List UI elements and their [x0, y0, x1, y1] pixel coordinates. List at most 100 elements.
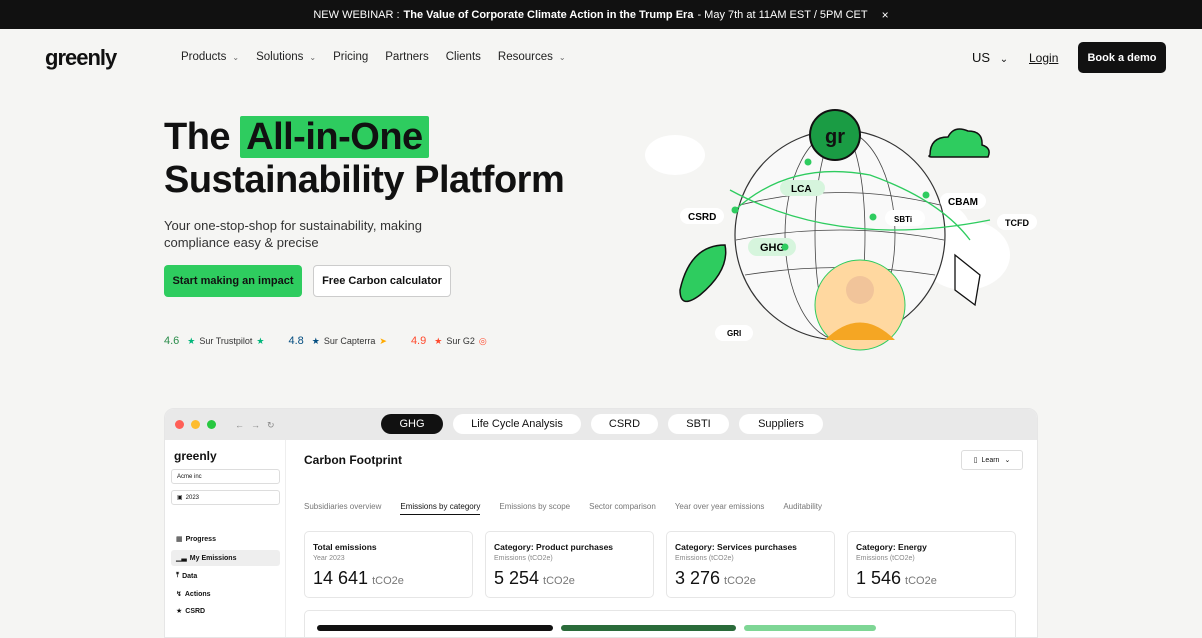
- announcement-details: - May 7th at 11AM EST / 5PM CET: [697, 8, 868, 21]
- nav-item-solutions[interactable]: Solutions ⌄: [256, 51, 316, 63]
- sidebar-item-label: Data: [182, 572, 198, 580]
- chart-bars: [317, 625, 876, 631]
- label-ghg: GHG: [760, 242, 785, 254]
- forward-icon: →: [251, 420, 260, 430]
- card-value: 14 641: [313, 568, 369, 588]
- label-csrd: CSRD: [688, 212, 716, 223]
- region-label: US: [972, 50, 991, 65]
- nav-item-label: Clients: [445, 51, 481, 63]
- subtab-scope[interactable]: Emissions by scope: [499, 502, 570, 515]
- hero-title-prefix: The: [164, 116, 231, 158]
- subtab-yoy[interactable]: Year over year emissions: [675, 502, 765, 515]
- card-value: 1 546: [856, 568, 902, 588]
- year-select[interactable]: ▣ 2023: [171, 490, 280, 505]
- tab-sbti[interactable]: SBTI: [668, 414, 729, 434]
- subtab-category[interactable]: Emissions by category: [400, 502, 481, 515]
- login-link[interactable]: Login: [1029, 51, 1058, 65]
- label-lca: LCA: [791, 184, 812, 195]
- card-unit: tCO2e: [905, 575, 937, 587]
- bolt-icon: ↯: [176, 591, 182, 598]
- nav-item-resources[interactable]: Resources ⌄: [498, 51, 566, 63]
- label-tcfd: TCFD: [1005, 218, 1029, 228]
- tab-lca[interactable]: Life Cycle Analysis: [453, 414, 581, 434]
- nav-item-pricing[interactable]: Pricing: [333, 51, 368, 63]
- rating-label: Sur Capterra: [323, 336, 376, 346]
- grid-icon: ▦: [176, 536, 183, 543]
- rating-label: Sur Trustpilot: [199, 336, 253, 346]
- close-icon[interactable]: ×: [882, 8, 889, 22]
- subtabs: Subsidiaries overview Emissions by categ…: [304, 502, 822, 515]
- page-title: Carbon Footprint: [304, 453, 402, 467]
- sidebar-item-actions[interactable]: ↯ Actions: [171, 586, 280, 602]
- rating-score: 4.6: [164, 335, 180, 347]
- calendar-icon: ▣: [177, 495, 183, 501]
- nav-item-clients[interactable]: Clients: [446, 51, 481, 63]
- sidebar-item-emissions[interactable]: ▁▃ My Emissions: [171, 550, 280, 566]
- g2-icon: ◎: [478, 336, 487, 346]
- tab-ghg[interactable]: GHG: [381, 414, 443, 434]
- card-unit: tCO2e: [372, 575, 404, 587]
- learn-label: Learn: [981, 456, 1000, 464]
- badge-text: gr: [825, 126, 845, 148]
- company-select[interactable]: Acme inc: [171, 469, 280, 484]
- region-selector[interactable]: US ⌄: [972, 50, 1008, 65]
- rating-trustpilot[interactable]: 4.6 ★ Sur Trustpilot ★: [164, 335, 268, 347]
- card-title: Category: Product purchases: [494, 542, 614, 552]
- nav-item-products[interactable]: Products ⌄: [181, 51, 239, 63]
- trustpilot-icon: ★: [256, 336, 265, 346]
- star-icon: ★: [311, 336, 320, 346]
- sidebar-item-label: My Emissions: [189, 554, 237, 562]
- sidebar-item-csrd[interactable]: ★ CSRD: [171, 603, 280, 619]
- rating-capterra[interactable]: 4.8 ★ Sur Capterra ➤: [288, 335, 390, 347]
- sidebar-item-label: Progress: [185, 535, 216, 543]
- sidebar-item-progress[interactable]: ▦ Progress: [171, 531, 280, 547]
- chevron-down-icon: ⌄: [232, 53, 240, 62]
- book-demo-button[interactable]: Book a demo: [1078, 42, 1166, 73]
- nav-item-partners[interactable]: Partners: [385, 51, 428, 63]
- sidebar-item-data[interactable]: ⤒ Data: [171, 568, 280, 584]
- card-title: Total emissions: [313, 542, 377, 552]
- back-icon: ←: [235, 420, 244, 430]
- card-unit: tCO2e: [543, 575, 575, 587]
- ratings-row: 4.6 ★ Sur Trustpilot ★ 4.8 ★ Sur Capterra ➤ 4.…: [164, 335, 491, 347]
- nav-item-label: Partners: [385, 51, 429, 63]
- learn-button[interactable]: ▯ Learn ⌄: [961, 450, 1023, 470]
- rating-g2[interactable]: 4.9 ★ Sur G2 ◎: [411, 335, 491, 347]
- tab-suppliers[interactable]: Suppliers: [739, 414, 823, 434]
- card-unit: tCO2e: [724, 575, 756, 587]
- capterra-icon: ➤: [379, 336, 387, 346]
- label-gri: GRI: [727, 329, 741, 338]
- logo[interactable]: greenly: [45, 45, 117, 71]
- nav-item-label: Pricing: [333, 51, 369, 63]
- card-value: 3 276: [675, 568, 721, 588]
- sidebar-item-label: CSRD: [185, 607, 206, 615]
- year-value: 2023: [185, 494, 200, 501]
- chevron-down-icon: ⌄: [1004, 457, 1011, 464]
- carbon-calculator-button[interactable]: Free Carbon calculator: [313, 265, 451, 297]
- upload-icon: ⤒: [176, 572, 180, 579]
- rating-score: 4.8: [288, 335, 304, 347]
- nav-menu: Products ⌄ Solutions ⌄ Pricing Partners Cl…: [181, 51, 566, 63]
- card-value: 5 254: [494, 568, 540, 588]
- card-title: Category: Services purchases: [675, 542, 797, 552]
- book-icon: ▯: [973, 457, 978, 464]
- chevron-down-icon: ⌄: [999, 54, 1009, 65]
- announcement-prefix: NEW WEBINAR :: [313, 8, 400, 21]
- nav-item-label: Resources: [497, 51, 553, 63]
- main-nav: greenly Products ⌄ Solutions ⌄ Pricing Par…: [0, 29, 1202, 86]
- company-value: Acme inc: [177, 473, 202, 480]
- subtab-sector[interactable]: Sector comparison: [589, 502, 656, 515]
- app-logo: greenly: [174, 449, 217, 463]
- chart-bar: [744, 625, 876, 631]
- subtab-subsidiaries[interactable]: Subsidiaries overview: [304, 502, 381, 515]
- avatar-face: [846, 276, 874, 304]
- tab-csrd[interactable]: CSRD: [591, 414, 658, 434]
- app-preview-window: ← → ↻ GHG Life Cycle Analysis CSRD SBTI …: [164, 408, 1038, 638]
- chevron-down-icon: ⌄: [558, 53, 566, 62]
- start-impact-button[interactable]: Start making an impact: [164, 265, 302, 297]
- announcement-title[interactable]: The Value of Corporate Climate Action in…: [404, 9, 694, 21]
- hero-title-line2: Sustainability Platform: [164, 159, 565, 201]
- subtab-auditability[interactable]: Auditability: [783, 502, 822, 515]
- stat-card-services: Category: Services purchases Emissions (…: [666, 531, 835, 598]
- card-title: Category: Energy: [856, 542, 927, 552]
